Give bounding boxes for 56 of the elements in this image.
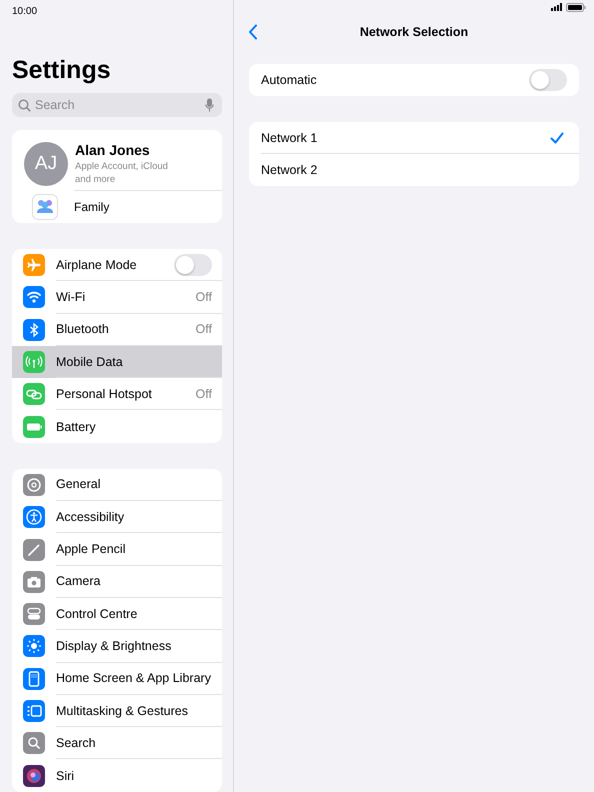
item-label: Control Centre [56, 606, 138, 621]
item-label: General [56, 477, 100, 492]
item-label: Wi-Fi [56, 290, 86, 304]
toggle-switch[interactable] [174, 254, 212, 276]
account-subtitle: Apple Account, iCloud and more [75, 160, 169, 186]
automatic-label: Automatic [261, 73, 317, 87]
settings-item[interactable]: Personal Hotspot Off [12, 378, 222, 410]
settings-item[interactable]: Battery [12, 410, 222, 443]
item-label: Accessibility [56, 510, 124, 524]
network-option[interactable]: Network 2 [261, 154, 579, 186]
item-label: Search [56, 736, 96, 750]
settings-item[interactable]: Mobile Data [12, 346, 222, 378]
search-field[interactable]: Search [12, 93, 222, 117]
microphone-icon[interactable] [205, 98, 214, 112]
settings-item[interactable]: Multitasking & Gestures [12, 694, 222, 728]
avatar: AJ [24, 142, 68, 186]
item-label: Personal Hotspot [56, 386, 152, 401]
item-label: Display & Brightness [56, 638, 172, 653]
settings-item[interactable]: Display & Brightness [12, 630, 222, 663]
item-label: Multitasking & Gestures [56, 704, 188, 718]
item-label: Bluetooth [56, 322, 109, 336]
family-icon [32, 194, 58, 220]
status-time: 10:00 [12, 6, 38, 17]
item-label: Apple Pencil [56, 542, 126, 556]
settings-item[interactable]: Siri [12, 759, 222, 792]
battery-icon [566, 2, 586, 12]
item-label: Battery [56, 420, 96, 434]
network-label: Network 2 [261, 163, 318, 177]
toggle-switch[interactable] [529, 69, 567, 91]
settings-item[interactable]: General [12, 468, 222, 502]
item-value: Off [196, 322, 212, 336]
settings-item[interactable]: Camera [12, 566, 222, 598]
settings-item[interactable]: Search [12, 727, 222, 760]
network-label: Network 1 [261, 130, 318, 144]
item-value: Off [196, 386, 212, 401]
item-label: Siri [56, 768, 74, 783]
settings-item[interactable]: Airplane Mode [12, 249, 222, 282]
item-label: Airplane Mode [56, 258, 137, 272]
signal-icon [551, 3, 563, 11]
item-label: Camera [56, 574, 100, 588]
item-label: Home Screen & App Library [56, 671, 211, 686]
item-value: Off [196, 290, 212, 304]
family-label: Family [74, 190, 222, 223]
settings-title: Settings [12, 55, 112, 85]
network-option[interactable]: Network 1 [261, 122, 579, 154]
checkmark-icon [550, 132, 564, 144]
item-label: Mobile Data [56, 354, 123, 369]
back-chevron-icon[interactable] [248, 24, 258, 40]
settings-item[interactable]: Apple Pencil [12, 533, 222, 566]
account-name: Alan Jones [75, 142, 151, 158]
account-card[interactable]: AJ Alan Jones Apple Account, iCloud and more Family [12, 130, 222, 223]
settings-item[interactable]: Home Screen & App Library [12, 662, 222, 695]
settings-item[interactable]: Wi-Fi Off [12, 281, 222, 314]
settings-item[interactable]: Control Centre [12, 598, 222, 630]
page-title: Network Selection [358, 25, 470, 39]
settings-item[interactable]: Accessibility [12, 501, 222, 534]
